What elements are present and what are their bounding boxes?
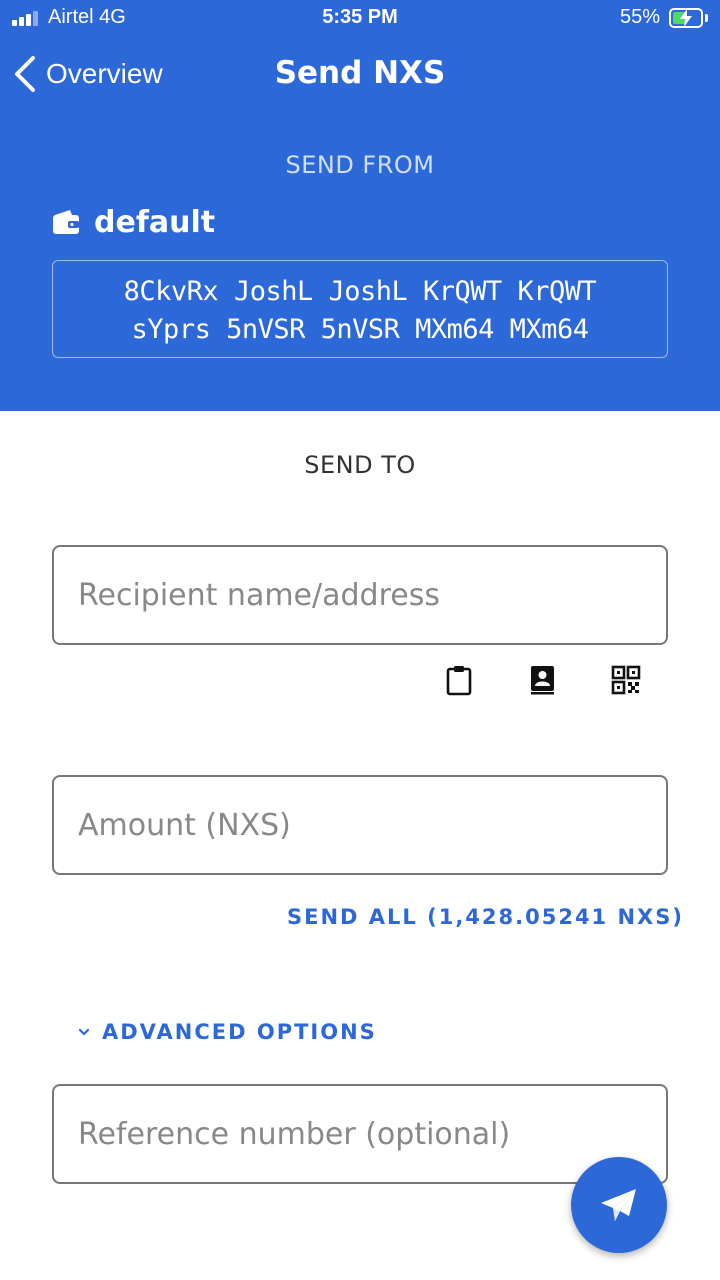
status-time: 5:35 PM [322,6,398,28]
sender-address: 8CkvRx JoshL JoshL KrQWT KrQWT sYprs 5nVS… [52,260,668,358]
status-bar: Airtel 4G 5:35 PM 55% [0,0,720,38]
send-all-button[interactable]: SEND ALL (1,428.05241 NXS) [287,905,684,929]
address-line: 8CkvRx JoshL JoshL KrQWT KrQWT [123,276,597,307]
address-line: sYprs 5nVSR 5nVSR MXm64 MXm64 [131,314,589,345]
battery-icon [669,8,703,28]
amount-input[interactable] [52,775,668,875]
clipboard-icon [446,666,472,696]
page-title: Send NXS [274,55,446,91]
wallet-icon [53,210,79,234]
send-button[interactable] [571,1157,667,1253]
address-book-button[interactable] [526,664,558,696]
paper-plane-icon [601,1189,636,1221]
advanced-options-toggle[interactable]: ADVANCED OPTIONS [78,1020,377,1044]
account-name: default [94,204,216,240]
send-from-label: SEND FROM [285,151,435,179]
address-book-icon [531,666,554,695]
send-to-label: SEND TO [304,451,416,479]
scan-qr-button[interactable] [610,664,642,696]
account-selector[interactable]: default [52,202,215,242]
header: Airtel 4G 5:35 PM 55% Overview Send NXS … [0,0,720,411]
reference-number-input[interactable] [52,1084,668,1184]
advanced-options-label: ADVANCED OPTIONS [102,1020,377,1044]
recipient-input[interactable] [52,545,668,645]
qr-code-icon [611,665,641,695]
chevron-down-icon [78,1028,90,1036]
charging-bolt-icon [680,9,692,27]
paste-button[interactable] [443,664,475,696]
battery-percent: 55% [620,6,661,28]
